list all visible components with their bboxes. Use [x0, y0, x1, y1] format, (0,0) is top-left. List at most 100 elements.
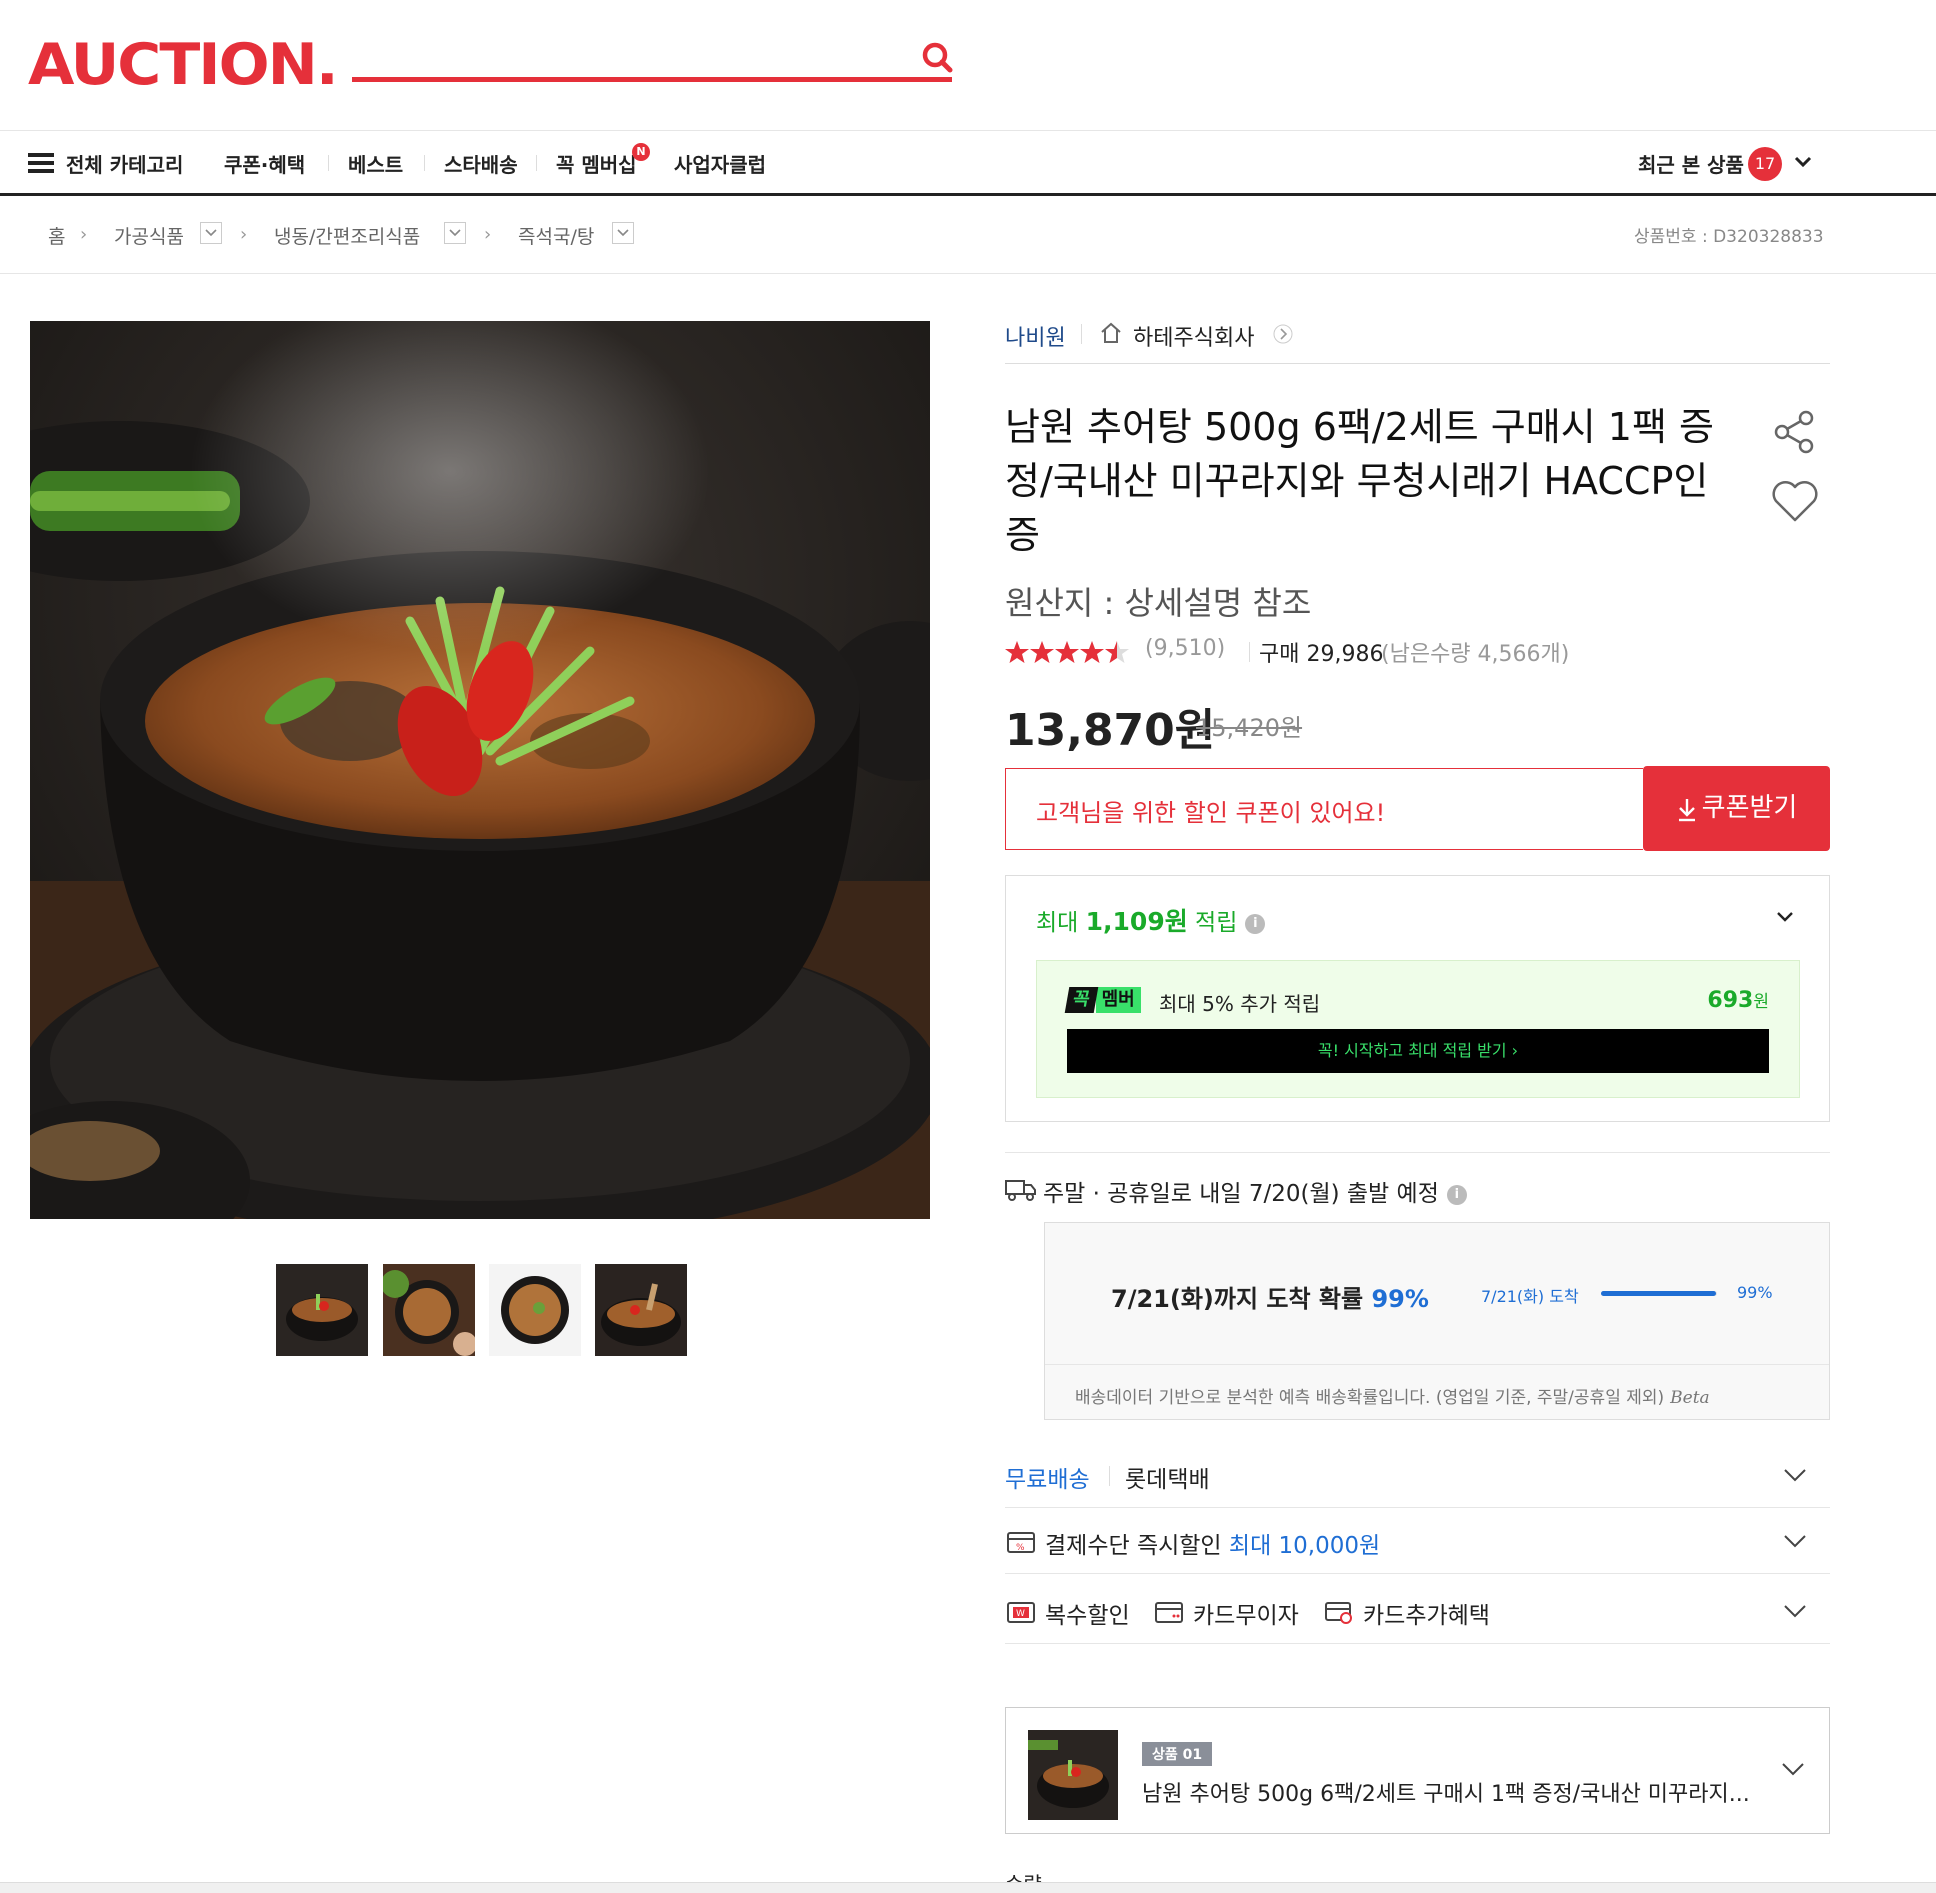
option-separator — [1109, 1466, 1110, 1486]
points-panel: 최대 1,109원 적립 i 꼭 멤버 최대 5% 추가 적립 693원 꼭! 시작… — [1005, 875, 1830, 1122]
purchase-count: 구매 29,986 — [1259, 642, 1384, 667]
breadcrumb-arrow-icon: › — [80, 224, 88, 245]
breadcrumb: 홈 › 가공식품 › 냉동/간편조리식품 › 즉석국/탕 상품번호 : D320… — [0, 196, 1936, 274]
shipping-option-row[interactable]: 무료배송 롯데택배 — [1005, 1442, 1830, 1508]
member-badge-b: 멤버 — [1095, 987, 1141, 1013]
breadcrumb-level-1[interactable]: 가공식품 — [114, 222, 184, 249]
eta-date-label: 7/21(화) 도착 — [1481, 1287, 1579, 1306]
breadcrumb-home[interactable]: 홈 — [48, 222, 65, 249]
nav-separator — [536, 155, 537, 171]
breadcrumb-level-3[interactable]: 즉석국/탕 — [518, 222, 594, 249]
chevron-right-icon[interactable] — [1273, 324, 1293, 344]
auction-logo[interactable]: AUCTION. — [28, 32, 339, 99]
search-input[interactable] — [352, 30, 952, 76]
svg-text:W: W — [1016, 1609, 1025, 1619]
nav-all-categories[interactable]: 전체 카테고리 — [66, 149, 183, 178]
points-suffix: 적립 — [1187, 910, 1238, 936]
home-icon — [1101, 322, 1121, 343]
payment-discount-row[interactable]: % 결제수단 즉시할인 최대 10,000원 — [1005, 1508, 1830, 1574]
departure-text: 주말 · 공휴일로 내일 7/20(월) 출발 예정 — [1043, 1181, 1439, 1207]
coupon-download-button[interactable]: 쿠폰받기 — [1643, 766, 1830, 851]
breadcrumb-level-2[interactable]: 냉동/간편조리식품 — [274, 222, 420, 249]
search-icon[interactable] — [918, 38, 958, 78]
brand-link[interactable]: 나비원 — [1005, 320, 1066, 352]
thumbnail[interactable] — [276, 1264, 368, 1356]
eta-label: 7/21(화)까지 도착 확률 — [1111, 1285, 1372, 1313]
points-amount: 1,109원 — [1085, 907, 1188, 936]
card-benefits-row[interactable]: W 복수할인 카드무이자 카드추가혜택 — [1005, 1578, 1830, 1644]
card-installment-label: 카드무이자 — [1193, 1603, 1299, 1629]
info-icon[interactable]: i — [1446, 1184, 1467, 1205]
eta-progress-bar — [1601, 1291, 1717, 1296]
truck-icon — [1005, 1180, 1036, 1201]
thumbnail[interactable] — [595, 1264, 687, 1356]
rating-separator — [1249, 642, 1250, 662]
points-title[interactable]: 최대 1,109원 적립 i — [1036, 902, 1266, 938]
payment-discount-label: 결제수단 즉시할인 — [1045, 1533, 1229, 1559]
chevron-down-icon[interactable] — [1780, 1758, 1806, 1780]
dropdown-icon[interactable] — [200, 222, 222, 244]
bottom-scroll-edge — [0, 1882, 1936, 1893]
chevron-down-icon[interactable] — [1792, 151, 1814, 173]
selected-product-box[interactable]: 상품 01 남원 추어탕 500g 6팩/2세트 구매시 1팩 증정/국내산 미… — [1005, 1707, 1830, 1834]
rating-stars-icon — [1005, 641, 1129, 663]
thumbnail[interactable] — [383, 1264, 475, 1356]
seller-separator — [1081, 324, 1082, 344]
original-price: 15,420원 — [1196, 714, 1303, 742]
sale-price: 13,870원 — [1005, 705, 1216, 756]
main-nav: 전체 카테고리 쿠폰·혜택 베스트 스타배송 꼭 멤버십 N 사업자클럽 최근 … — [0, 131, 1936, 196]
coupon-message: 고객님을 위한 할인 쿠폰이 있어요! — [1036, 799, 1386, 827]
chevron-down-icon[interactable] — [1782, 1600, 1808, 1622]
nav-separator — [328, 155, 329, 171]
dropdown-icon[interactable] — [444, 222, 466, 244]
thumbnail[interactable] — [489, 1264, 581, 1356]
origin-info: 원산지 : 상세설명 참조 — [1005, 584, 1312, 622]
chevron-down-icon[interactable] — [1782, 1464, 1808, 1486]
free-shipping-label: 무료배송 — [1005, 1467, 1090, 1493]
eta-progress-fill — [1601, 1291, 1716, 1296]
chevron-down-icon[interactable] — [1782, 1530, 1808, 1552]
product-main-image[interactable] — [30, 321, 930, 1219]
member-benefit-text: 최대 5% 추가 적립 — [1159, 992, 1321, 1016]
chevron-down-icon[interactable] — [1774, 906, 1796, 928]
eta-percent: 99% — [1371, 1285, 1429, 1313]
dropdown-icon[interactable] — [612, 222, 634, 244]
star-icon — [1080, 641, 1104, 663]
nav-membership[interactable]: 꼭 멤버십 — [556, 149, 637, 178]
shipping-departure: 주말 · 공휴일로 내일 7/20(월) 출발 예정 i — [1005, 1174, 1467, 1208]
nav-business-club[interactable]: 사업자클럽 — [674, 149, 766, 178]
nav-best[interactable]: 베스트 — [348, 149, 403, 178]
breadcrumb-arrow-icon: › — [484, 224, 492, 245]
coupon-button-label: 쿠폰받기 — [1701, 793, 1798, 823]
selected-product-name: 남원 추어탕 500g 6팩/2세트 구매시 1팩 증정/국내산 미꾸라지... — [1142, 1782, 1750, 1807]
nav-star-delivery[interactable]: 스타배송 — [444, 149, 518, 178]
info-icon[interactable]: i — [1245, 913, 1266, 934]
membership-box: 꼭 멤버 최대 5% 추가 적립 693원 꼭! 시작하고 최대 적립 받기 › — [1036, 960, 1800, 1098]
new-badge: N — [632, 143, 650, 161]
card-benefit-label: 카드추가혜택 — [1363, 1603, 1490, 1629]
member-points: 693원 — [1707, 987, 1769, 1013]
eta-progress-percent: 99% — [1737, 1283, 1773, 1302]
seller-row: 나비원 하테주식회사 — [1005, 316, 1830, 364]
payment-discount-text: 결제수단 즉시할인 최대 10,000원 — [1045, 1526, 1380, 1560]
share-icon[interactable] — [1770, 408, 1818, 456]
review-count[interactable]: (9,510) — [1145, 636, 1225, 661]
heart-icon[interactable] — [1770, 478, 1820, 526]
points-prefix: 최대 — [1036, 910, 1086, 936]
selected-product-image — [1028, 1730, 1118, 1820]
recent-products-label[interactable]: 최근 본 상품 — [1638, 149, 1744, 178]
delivery-note-text: 배송데이터 기반으로 분석한 예측 배송확률입니다. (영업일 기준, 주말/공… — [1075, 1388, 1665, 1408]
svg-text:%: % — [1016, 1543, 1025, 1553]
recent-count-badge: 17 — [1748, 147, 1782, 181]
nav-coupon-benefits[interactable]: 쿠폰·혜택 — [224, 149, 305, 178]
membership-start-button[interactable]: 꼭! 시작하고 최대 적립 받기 › — [1067, 1029, 1769, 1073]
store-link[interactable]: 하테주식회사 — [1133, 320, 1254, 352]
hamburger-icon[interactable] — [28, 153, 54, 173]
coupon-banner: 고객님을 위한 할인 쿠폰이 있어요! — [1005, 768, 1643, 850]
breadcrumb-arrow-icon: › — [240, 224, 248, 245]
member-badge: 꼭 멤버 — [1064, 987, 1141, 1013]
member-badge-a: 꼭 — [1064, 987, 1098, 1013]
delivery-note: 배송데이터 기반으로 분석한 예측 배송확률입니다. (영업일 기준, 주말/공… — [1075, 1383, 1710, 1408]
search-bar — [352, 30, 952, 82]
member-points-unit: 원 — [1753, 992, 1769, 1012]
